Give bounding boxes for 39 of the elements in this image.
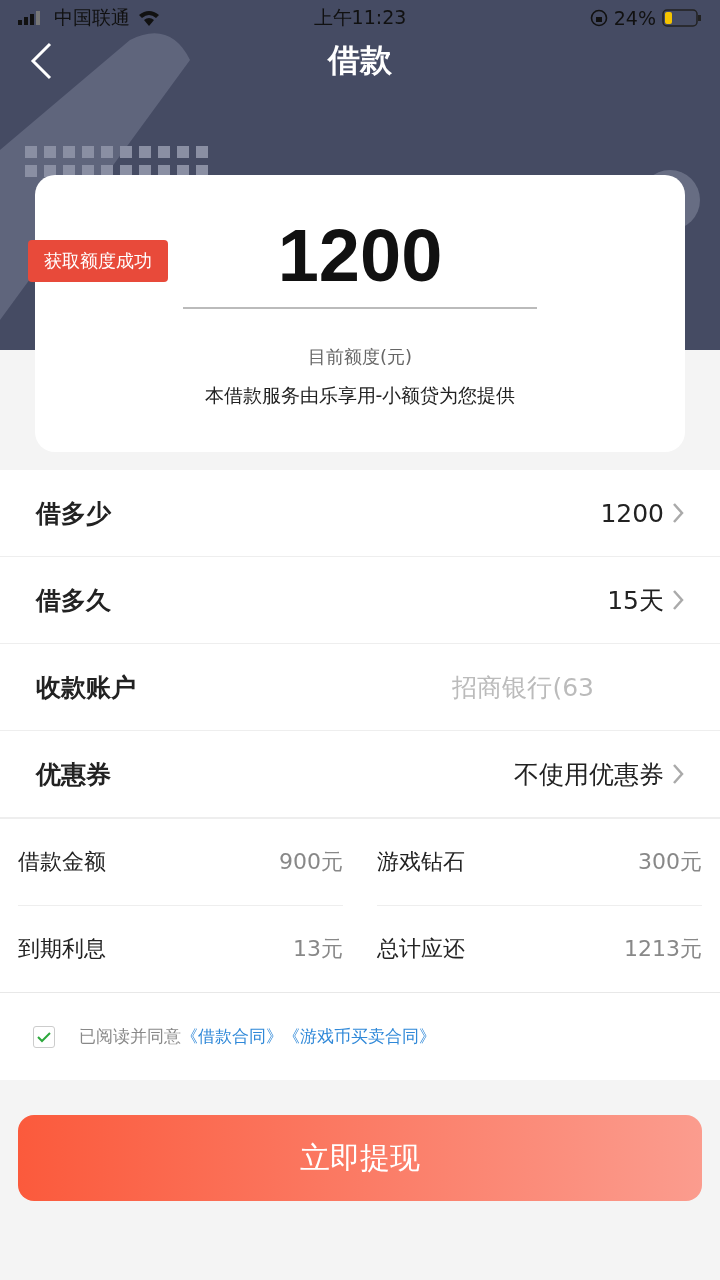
- battery-icon: [662, 9, 702, 27]
- summary-value: 300元: [638, 848, 702, 876]
- summary-value: 900元: [279, 848, 343, 876]
- option-label: 借多久: [36, 584, 112, 617]
- contract-link[interactable]: 《借款合同》: [181, 1026, 283, 1046]
- option-value: 1200: [600, 498, 664, 528]
- option-row[interactable]: 借多少 1200: [0, 470, 720, 557]
- wifi-icon: [138, 10, 160, 26]
- summary-label: 游戏钻石: [377, 848, 465, 876]
- rotation-lock-icon: [589, 9, 608, 27]
- checkmark-icon: [37, 1030, 51, 1043]
- option-row[interactable]: 收款账户 招商银行(63: [0, 644, 720, 731]
- page-title: 借款: [328, 40, 392, 81]
- agree-checkbox[interactable]: [33, 1025, 55, 1048]
- option-label: 优惠券: [36, 758, 112, 791]
- battery-percent: 24%: [613, 7, 656, 29]
- chevron-icon: [672, 589, 684, 611]
- provider-note: 本借款服务由乐享用-小额贷为您提供: [204, 383, 516, 408]
- agreement-text: 已阅读并同意: [79, 1026, 181, 1046]
- option-value: 15天: [607, 584, 664, 617]
- chevron-icon: [672, 502, 684, 524]
- status-time: 上午11:23: [313, 6, 407, 28]
- summary-value: 1213元: [624, 935, 702, 963]
- amount-label: 目前额度(元): [307, 345, 412, 369]
- success-badge: 获取额度成功: [28, 240, 168, 282]
- back-icon[interactable]: [30, 42, 52, 80]
- summary-label: 到期利息: [18, 935, 106, 963]
- option-label: 收款账户: [36, 671, 137, 704]
- option-value: 不使用优惠券: [514, 758, 664, 791]
- chevron-icon: [672, 763, 684, 785]
- credit-amount: 1200: [183, 219, 537, 309]
- summary-value: 13元: [293, 935, 343, 963]
- summary-label: 借款金额: [18, 848, 106, 876]
- option-row[interactable]: 借多久 15天: [0, 557, 720, 644]
- option-value: 招商银行(63: [452, 671, 594, 704]
- carrier-name: 中国联通: [54, 5, 130, 30]
- summary-label: 总计应还: [377, 935, 465, 963]
- option-label: 借多少: [36, 497, 112, 530]
- contract-link[interactable]: 《游戏币买卖合同》: [283, 1026, 436, 1046]
